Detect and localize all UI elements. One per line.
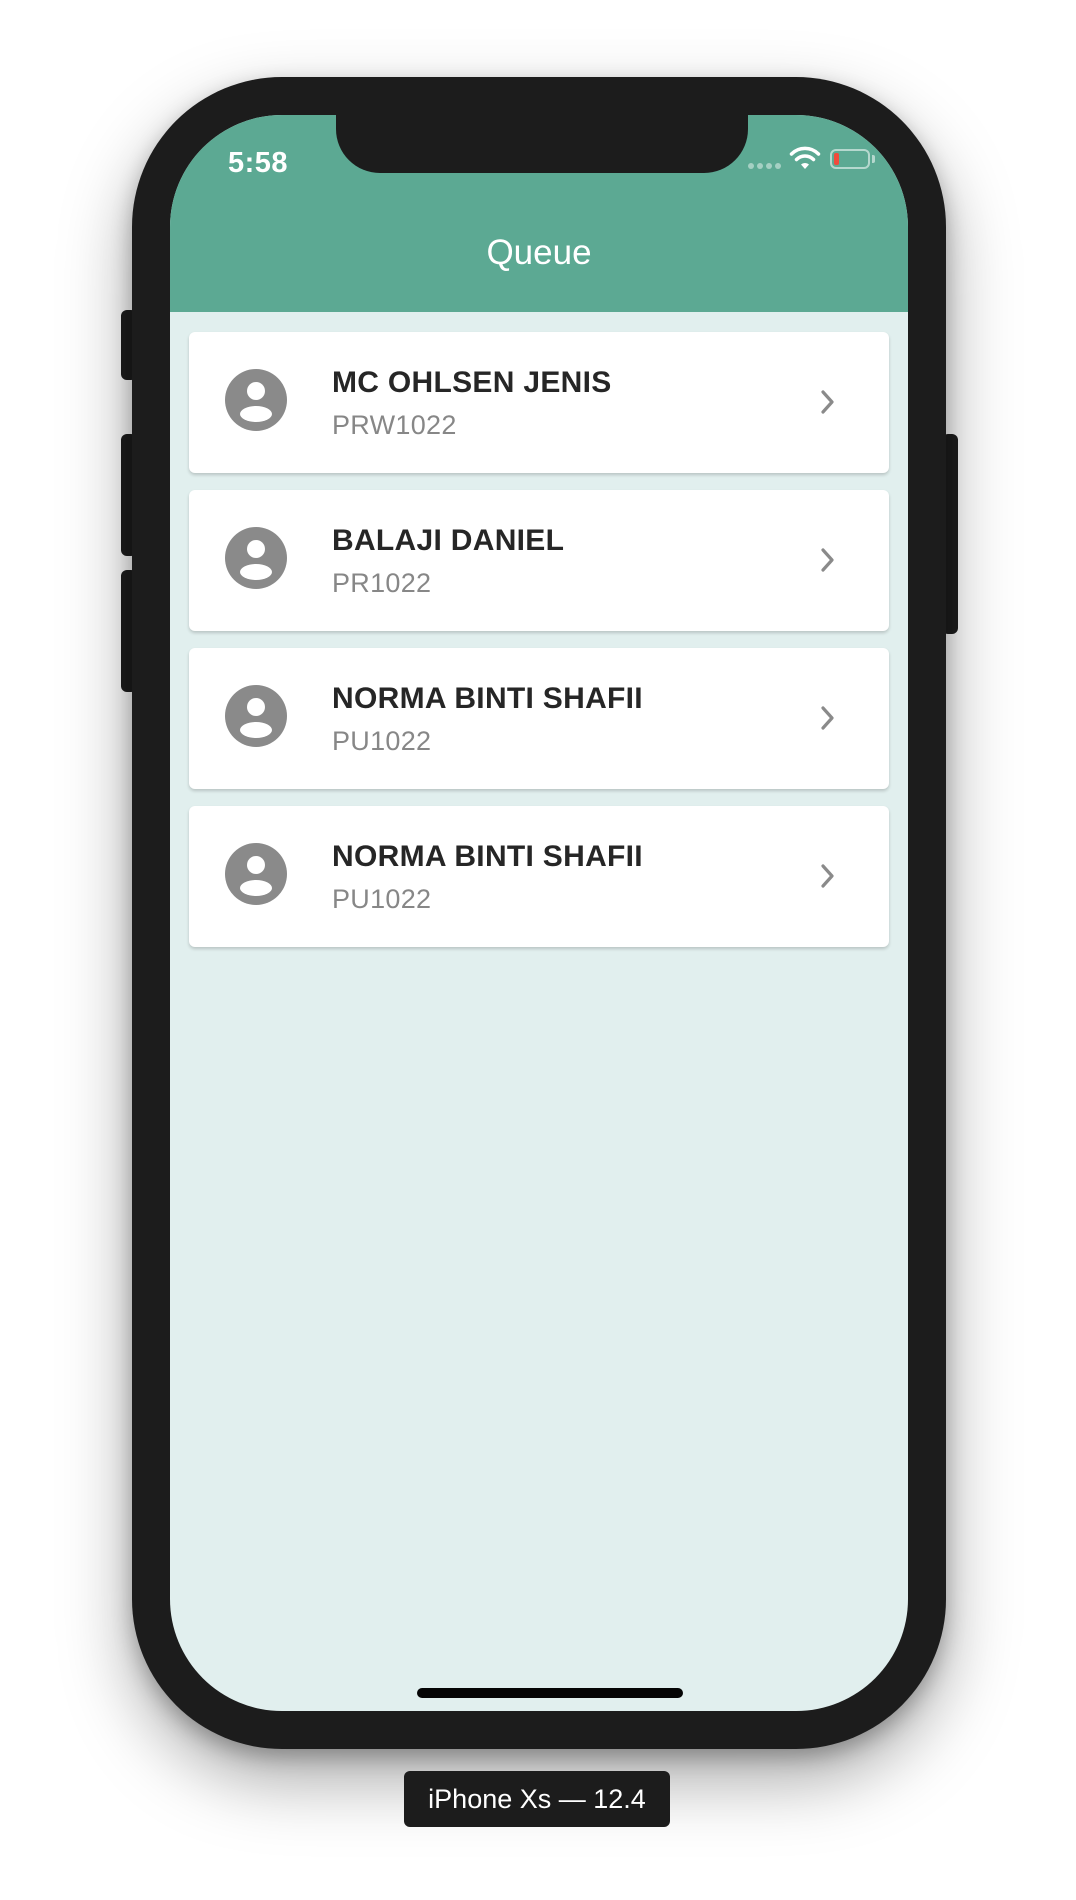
battery-icon [830,149,870,169]
queue-list: MC OHLSEN JENIS PRW1022 BALAJI DANIEL PR… [189,332,889,964]
queue-item[interactable]: BALAJI DANIEL PR1022 [189,490,889,631]
person-icon [225,527,287,589]
status-time: 5:58 [228,147,289,179]
person-icon [225,369,287,431]
patient-code: PU1022 [332,884,432,914]
person-icon [225,685,287,747]
patient-code: PRW1022 [332,410,457,440]
chevron-right-icon [821,864,834,888]
patient-name: MC OHLSEN JENIS [332,366,612,399]
simulator-device-label: iPhone Xs — 12.4 [404,1771,670,1827]
queue-item[interactable]: NORMA BINTI SHAFII PU1022 [189,648,889,789]
app-screen: 5:58 Queue MC OHLSEN JENIS PRW1022 BALAJ… [170,115,908,1711]
chevron-right-icon [821,706,834,730]
notch [336,115,748,173]
page-title: Queue [486,233,592,272]
patient-name: NORMA BINTI SHAFII [332,840,643,873]
person-icon [225,843,287,905]
home-indicator[interactable] [417,1688,683,1698]
patient-code: PU1022 [332,726,432,756]
chevron-right-icon [821,390,834,414]
simulator-stage: 5:58 Queue MC OHLSEN JENIS PRW1022 BALAJ… [0,0,1076,1900]
patient-code: PR1022 [332,568,432,598]
signal-icon [748,163,781,169]
iphone-frame: 5:58 Queue MC OHLSEN JENIS PRW1022 BALAJ… [132,77,946,1749]
battery-cap [872,155,875,163]
patient-name: NORMA BINTI SHAFII [332,682,643,715]
chevron-right-icon [821,548,834,572]
queue-item[interactable]: NORMA BINTI SHAFII PU1022 [189,806,889,947]
queue-item[interactable]: MC OHLSEN JENIS PRW1022 [189,332,889,473]
nav-header: 5:58 Queue [170,115,908,312]
patient-name: BALAJI DANIEL [332,524,565,557]
wifi-icon [789,146,821,169]
